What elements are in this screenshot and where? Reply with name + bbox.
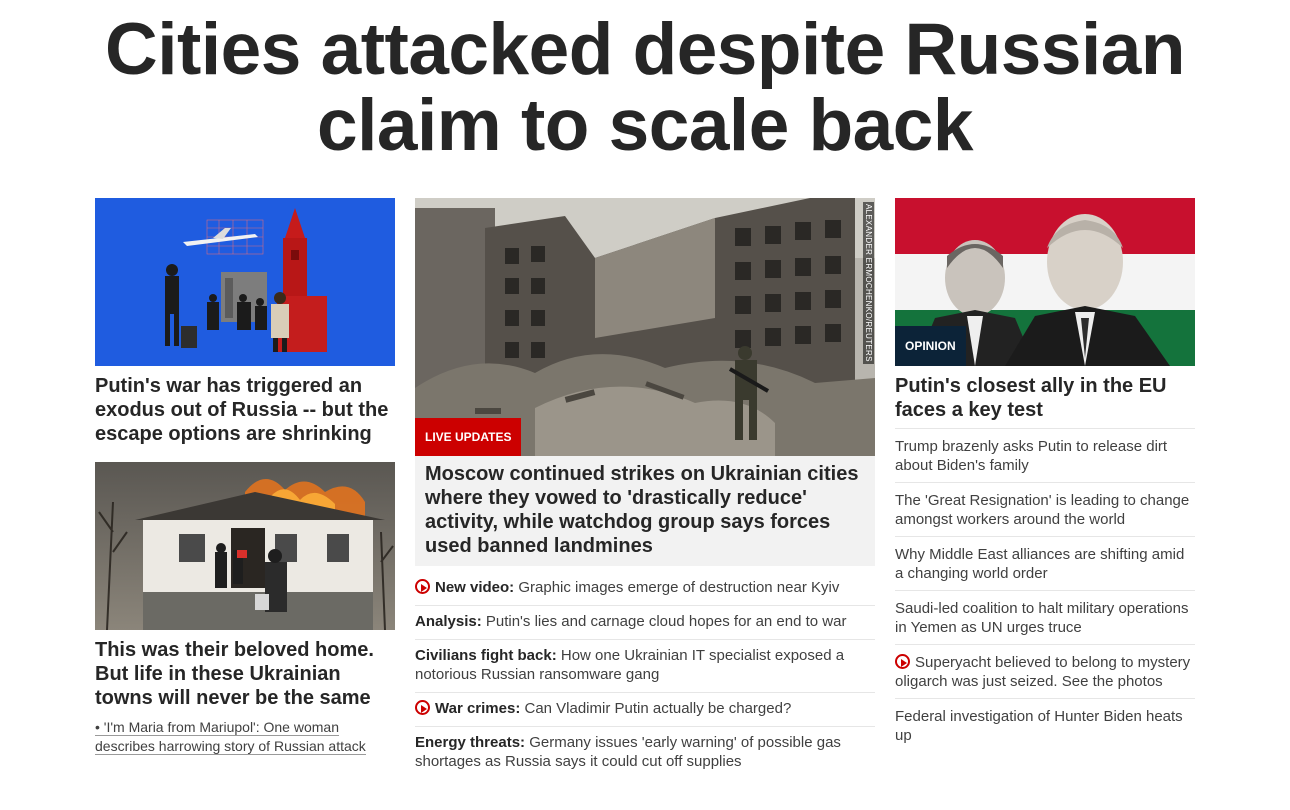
- middle-column: ALEXANDER ERMOCHENKO/REUTERS LIVE UPDATE…: [415, 198, 875, 779]
- related-link-war-crimes[interactable]: War crimes: Can Vladimir Putin actually …: [415, 693, 875, 727]
- left-column: Putin's war has triggered an exodus out …: [95, 198, 395, 756]
- main-headline[interactable]: Cities attacked despite Russian claim to…: [0, 12, 1290, 164]
- right-link-4[interactable]: Saudi-led coalition to halt military ope…: [895, 591, 1195, 645]
- related-link-new-video[interactable]: New video: Graphic images emerge of dest…: [415, 572, 875, 606]
- link-label[interactable]: Analysis:: [415, 613, 482, 630]
- right-column: OPINION Putin's closest ally in the EU f…: [895, 198, 1195, 752]
- burning-house-image[interactable]: [95, 462, 395, 630]
- live-story-headline[interactable]: Moscow continued strikes on Ukrainian ci…: [415, 456, 875, 566]
- photo-credit: ALEXANDER ERMOCHENKO/REUTERS: [863, 202, 874, 364]
- right-link-2[interactable]: The 'Great Resignation' is leading to ch…: [895, 483, 1195, 537]
- main-headline-line-2[interactable]: claim to scale back: [0, 88, 1290, 164]
- play-video-icon: [415, 700, 430, 715]
- related-links-list: New video: Graphic images emerge of dest…: [415, 572, 875, 779]
- link-text[interactable]: Putin's lies and carnage cloud hopes for…: [482, 613, 847, 630]
- link-label[interactable]: Energy threats:: [415, 734, 525, 751]
- related-link-civilians[interactable]: Civilians fight back: How one Ukrainian …: [415, 640, 875, 693]
- link-label[interactable]: New video:: [435, 579, 514, 596]
- opinion-badge[interactable]: OPINION: [895, 326, 966, 366]
- maria-mariupol-link[interactable]: • 'I'm Maria from Mariupol': One woman d…: [95, 718, 395, 756]
- destroyed-building-image[interactable]: ALEXANDER ERMOCHENKO/REUTERS LIVE UPDATE…: [415, 198, 875, 456]
- live-updates-badge[interactable]: LIVE UPDATES: [415, 418, 522, 456]
- right-link-1[interactable]: Trump brazenly asks Putin to release dir…: [895, 429, 1195, 483]
- related-link-energy[interactable]: Energy threats: Germany issues 'early wa…: [415, 727, 875, 779]
- exodus-story-headline[interactable]: Putin's war has triggered an exodus out …: [95, 374, 395, 446]
- link-label[interactable]: War crimes:: [435, 700, 520, 717]
- main-headline-line-1[interactable]: Cities attacked despite Russian: [0, 12, 1290, 88]
- link-label[interactable]: Civilians fight back:: [415, 647, 557, 664]
- exodus-illustration-image[interactable]: [95, 198, 395, 366]
- right-links-list: Trump brazenly asks Putin to release dir…: [895, 428, 1195, 752]
- maria-mariupol-link-text[interactable]: • 'I'm Maria from Mariupol': One woman d…: [95, 719, 366, 755]
- related-link-analysis[interactable]: Analysis: Putin's lies and carnage cloud…: [415, 606, 875, 640]
- right-link-3[interactable]: Why Middle East alliances are shifting a…: [895, 537, 1195, 591]
- link-text[interactable]: Graphic images emerge of destruction nea…: [514, 579, 839, 596]
- right-link-5[interactable]: Superyacht believed to belong to mystery…: [895, 645, 1195, 699]
- link-text[interactable]: Can Vladimir Putin actually be charged?: [520, 700, 791, 717]
- link-text[interactable]: Superyacht believed to belong to mystery…: [895, 654, 1190, 690]
- orban-story-headline[interactable]: Putin's closest ally in the EU faces a k…: [895, 374, 1195, 422]
- beloved-home-headline[interactable]: This was their beloved home. But life in…: [95, 638, 395, 710]
- right-link-6[interactable]: Federal investigation of Hunter Biden he…: [895, 699, 1195, 752]
- play-video-icon: [415, 579, 430, 594]
- play-video-icon: [895, 654, 910, 669]
- orban-putin-image[interactable]: OPINION: [895, 198, 1195, 366]
